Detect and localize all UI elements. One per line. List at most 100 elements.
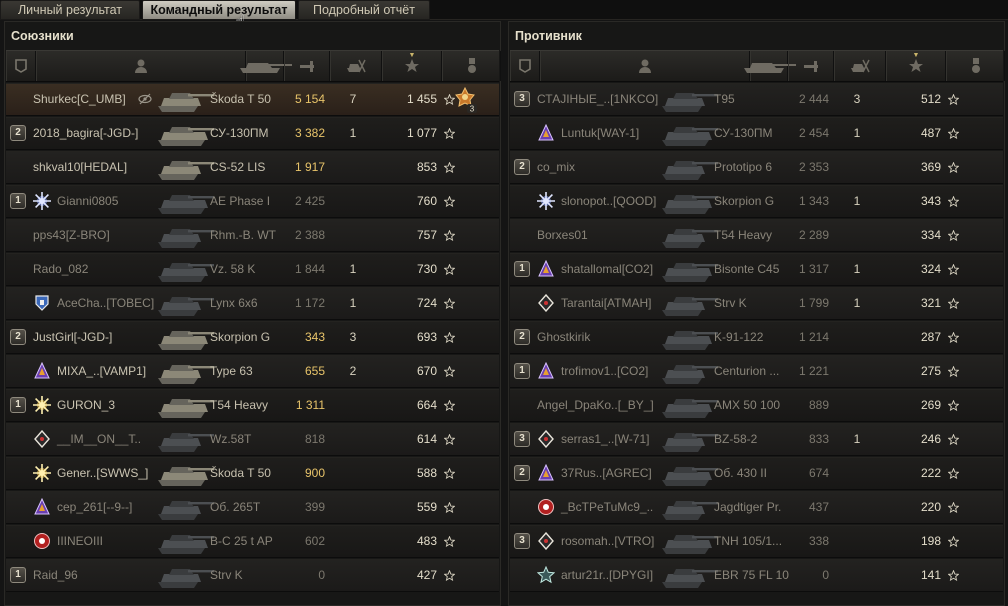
allies-player-row[interactable]: Rado_082 Vz. 58 K 1 844 1 730: [6, 253, 499, 286]
damage-value: 2 388: [294, 228, 325, 242]
player-name: JustGirl[-JGD-]: [33, 330, 113, 344]
tank-image-icon: [658, 528, 720, 555]
xp-value: 614: [416, 432, 437, 446]
tank-name: T54 Heavy: [210, 398, 269, 412]
enemies-header-medal[interactable]: [946, 51, 1005, 81]
enemies-player-row[interactable]: Tarantai[ATMAH] Strv K 1 799 1 321: [510, 287, 1003, 320]
kills-value: [851, 322, 863, 353]
allies-player-row[interactable]: shkval10[HEDAL] CS-52 LIS 1 917 853: [6, 151, 499, 184]
kills-value: 1: [853, 432, 861, 446]
enemies-header-squad[interactable]: [510, 51, 540, 81]
enemies-player-row[interactable]: Luntuk[WAY-1] СУ-130ПМ 2 454 1 487: [510, 117, 1003, 150]
enemies-player-row[interactable]: 3 serras1_..[W-71] BZ-58-2 833 1 246: [510, 423, 1003, 456]
damage-value: 1 343: [798, 194, 829, 208]
allies-player-row[interactable]: 1 Gianni0805 AE Phase I 2 425 760: [6, 185, 499, 218]
allies-player-row[interactable]: __IM__ON__T.. Wz.58T 818 614: [6, 423, 499, 456]
enemies-player-row[interactable]: 3 rosomah..[VTRO] TNH 105/1... 338 198: [510, 525, 1003, 558]
enemies-player-row[interactable]: 2 Ghostkirik K-91-122 1 214 287: [510, 321, 1003, 354]
kills-value: 7: [349, 92, 357, 106]
tank-image-icon: [658, 494, 720, 521]
enemies-player-row[interactable]: Angel_DpaKo..[_BY_] AMX 50 100 889 269: [510, 389, 1003, 422]
allies-player-row[interactable]: cep_261[--9--] Об. 265Т 399 559: [6, 491, 499, 524]
tank-name: Centurion ...: [714, 364, 780, 378]
xp-value: 220: [920, 500, 941, 514]
xp-star-icon: [404, 58, 420, 74]
tank-image-icon: [154, 494, 216, 521]
enemies-player-row[interactable]: 2 37Rus..[AGREC] Об. 430 II 674 222: [510, 457, 1003, 490]
player-name: __IM__ON__T..: [57, 432, 142, 446]
star-icon: [443, 399, 456, 412]
tank-image-icon: [658, 324, 720, 351]
allies-header-player[interactable]: [36, 51, 246, 81]
allies-player-row[interactable]: MIXA_..[VAMP1] Type 63 655 2 670: [6, 355, 499, 388]
damage-value: 399: [304, 500, 325, 514]
xp-value: 483: [416, 534, 437, 548]
enemies-player-row[interactable]: Borxes01 T54 Heavy 2 289 334: [510, 219, 1003, 252]
enemies-player-row[interactable]: 2 co_mix Prototipo 6 2 353 369: [510, 151, 1003, 184]
tank-name: Vz. 58 K: [210, 262, 256, 276]
medal-count: 3: [470, 105, 475, 114]
medal-award-icon[interactable]: 3: [452, 86, 478, 114]
tank-name: CS-52 LIS: [210, 160, 266, 174]
player-name: pps43[Z-BRO]: [33, 228, 110, 242]
xp-value: 760: [416, 194, 437, 208]
tank-name: Skorpion G: [714, 194, 775, 208]
medal-icon: [466, 57, 478, 75]
player-name: cep_261[--9--]: [57, 500, 133, 514]
tank-image-icon: [154, 86, 216, 113]
tank-name: Škoda T 50: [210, 92, 271, 106]
allies-header-medal[interactable]: [442, 51, 501, 81]
enemies-header-damage[interactable]: [788, 51, 834, 81]
medal-icon: [970, 57, 982, 75]
allies-player-row[interactable]: 2 JustGirl[-JGD-] Skorpion G 343 3 693: [6, 321, 499, 354]
allies-player-row[interactable]: Shurkec[C_UMB] Škoda T 50 5 154 7 1 455 3: [6, 83, 499, 116]
allies-player-row[interactable]: 1 GURON_3 T54 Heavy 1 311 664: [6, 389, 499, 422]
enemies-player-row[interactable]: _BcTPeTuMc9_.. Jagdtiger Pr. 437 220: [510, 491, 1003, 524]
allies-header-tank[interactable]: [240, 51, 292, 81]
star-icon: [947, 297, 960, 310]
enemies-player-row[interactable]: artur21r..[DPYGI] EBR 75 FL 10 0 141: [510, 559, 1003, 592]
player-name: Angel_DpaKo..[_BY_]: [537, 398, 654, 412]
tank-name: Type 63: [210, 364, 253, 378]
enemies-player-row[interactable]: 1 trofimov1..[CO2] Centurion ... 1 221 275: [510, 355, 1003, 388]
allies-header-damage[interactable]: [284, 51, 330, 81]
allies-player-row[interactable]: AceCha..[TOBEC] Lynx 6x6 1 172 1 724: [6, 287, 499, 320]
enemies-header-tank[interactable]: [744, 51, 796, 81]
player-name: 2018_bagira[-JGD-]: [33, 126, 139, 140]
tank-name: K-91-122: [714, 330, 764, 344]
tab-team-result[interactable]: Командный результат: [142, 0, 296, 20]
kills-value: 3: [349, 330, 357, 344]
enemies-header-xp-star[interactable]: ▼: [886, 51, 946, 81]
allies-player-row[interactable]: Gener..[SWWS_] Škoda T 50 900 588: [6, 457, 499, 490]
rank-badge-icon: [537, 429, 555, 449]
tank-name: Rhm.-B. WT: [210, 228, 276, 242]
enemies-player-row[interactable]: 1 shatallomal[CO2] Bisonte C45 1 317 1 324: [510, 253, 1003, 286]
enemies-header-player[interactable]: [540, 51, 750, 81]
enemies-player-row[interactable]: 3 СТАЈІНЫЕ_..[1NKCO] T95 2 444 3 512: [510, 83, 1003, 116]
enemies-player-row[interactable]: slonopot..[QOOD] Skorpion G 1 343 1 343: [510, 185, 1003, 218]
kills-value: 1: [349, 126, 357, 140]
allies-player-row[interactable]: IIINEOIII B-C 25 t AP 602 483: [6, 525, 499, 558]
damage-value: 818: [304, 432, 325, 446]
tab-detailed-report[interactable]: Подробный отчёт: [298, 0, 430, 20]
rank-badge-icon: [33, 464, 51, 482]
allies-header-kills[interactable]: [330, 51, 382, 81]
kills-value: 1: [853, 262, 861, 276]
allies-header-xp-star[interactable]: ▼: [382, 51, 442, 81]
damage-value: 343: [304, 330, 325, 344]
tab-personal-result[interactable]: Личный результат: [0, 0, 140, 20]
allies-player-row[interactable]: 1 Raid_96 Strv K 0 427: [6, 559, 499, 592]
tank-image-icon: [658, 86, 720, 113]
tank-image-icon: [154, 222, 216, 249]
allies-header-squad[interactable]: [6, 51, 36, 81]
star-icon: [947, 399, 960, 412]
rank-badge-icon: [537, 293, 555, 313]
kills-value: 1: [853, 296, 861, 310]
allies-player-row[interactable]: pps43[Z-BRO] Rhm.-B. WT 2 388 757: [6, 219, 499, 252]
tank-name: СУ-130ПМ: [714, 126, 773, 140]
player-name: GURON_3: [57, 398, 116, 412]
allies-player-row[interactable]: 2 2018_bagira[-JGD-] СУ-130ПМ 3 382 1 1 077: [6, 117, 499, 150]
xp-value: 324: [920, 262, 941, 276]
rank-badge-icon: [536, 565, 556, 584]
enemies-header-kills[interactable]: [834, 51, 886, 81]
